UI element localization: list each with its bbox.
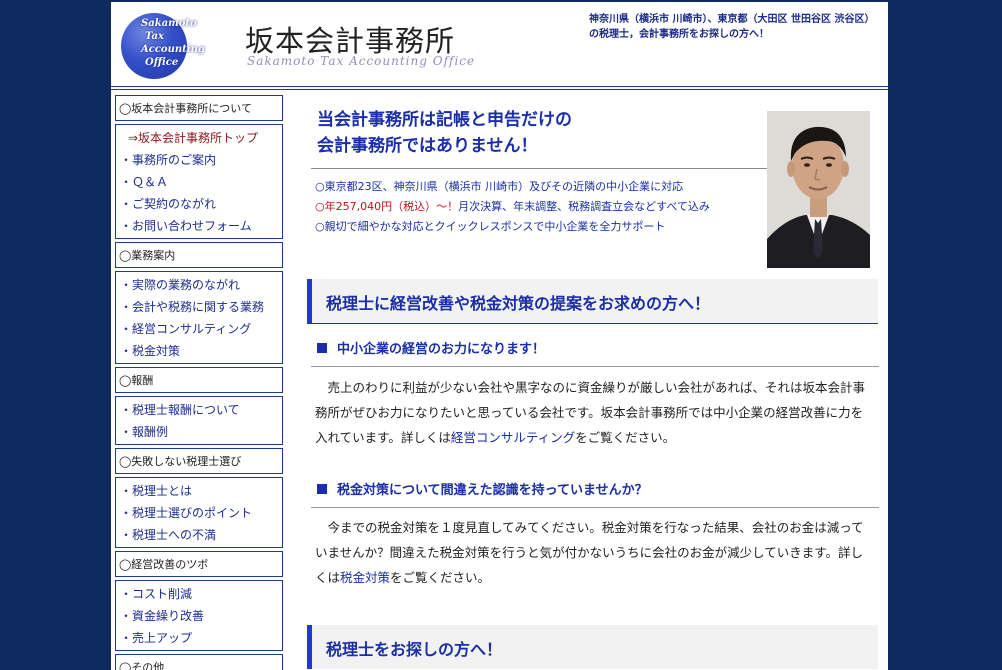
sidebar-item-qa[interactable]: ・Ｑ＆Ａ	[120, 171, 282, 193]
sidebar-item-office-guide[interactable]: ・事務所のご案内	[120, 149, 282, 171]
sidebar-item-workflow[interactable]: ・実際の業務のながれ	[120, 274, 282, 296]
paragraph-tax: 今までの税金対策を１度見直してみてください。税金対策を行なった結果、会社のお金は…	[315, 515, 875, 590]
link-consulting[interactable]: 経営コンサルティング	[451, 430, 575, 445]
sidebar-item-top[interactable]: ⇒坂本会計事務所トップ	[120, 127, 282, 149]
section-heading-text: 税理士に経営改善や税金対策の提案をお求めの方へ！	[326, 294, 711, 313]
sidebar-heading-about: ◯坂本会計事務所について	[115, 95, 283, 121]
header-tagline: 神奈川県（横浜市 川崎市）、東京都（大田区 世田谷区 渋谷区）の税理士，会計事務…	[589, 14, 875, 40]
paragraph-text: をご覧ください。	[575, 430, 676, 445]
subheading-divider	[311, 366, 879, 367]
site-subtitle: Sakamoto Tax Accounting Office	[247, 54, 476, 68]
section-heading-looking: 税理士をお探しの方へ！	[307, 625, 878, 669]
logo-text: Sakamoto Tax Accounting Office	[135, 17, 225, 69]
square-bullet-icon	[317, 484, 327, 494]
page: Sakamoto Tax Accounting Office 坂本会計事務所 S…	[111, 2, 888, 670]
intro-heading-line: 当会計事務所は記帳と申告だけの	[317, 110, 572, 130]
logo-line: Accounting	[141, 44, 205, 55]
intro-bullet: ○東京都23区、神奈川県（横浜市 川崎市）及びその近隣の中小企業に対応	[315, 180, 684, 193]
section-divider	[307, 323, 878, 324]
sidebar-group-improvement: ・コスト削減 ・資金繰り改善 ・売上アップ	[115, 580, 283, 651]
header-divider	[111, 89, 888, 90]
sidebar-group-fees: ・税理士報酬について ・報酬例	[115, 396, 283, 445]
sidebar-item-points[interactable]: ・税理士選びのポイント	[120, 502, 282, 524]
sidebar-item-accounting-tax[interactable]: ・会計や税務に関する業務	[120, 296, 282, 318]
header-divider	[111, 86, 888, 87]
price-highlight: ○年257,040円（税込）～！	[315, 200, 459, 213]
sidebar-item-what-is[interactable]: ・税理士とは	[120, 480, 282, 502]
sidebar-heading-other: ◯その他	[115, 654, 283, 670]
intro-bullet: ○年257,040円（税込）～！月次決算、年末調整、税務調査立会などすべて込み	[315, 197, 775, 217]
sidebar-group-services: ・実際の業務のながれ ・会計や税務に関する業務 ・経営コンサルティング ・税金対…	[115, 271, 283, 364]
subheading-sme-support: 中小企業の経営のお力になります！	[317, 338, 545, 357]
sidebar-item-tax-measures[interactable]: ・税金対策	[120, 340, 282, 362]
link-tax-measures[interactable]: 税金対策	[340, 570, 390, 585]
sidebar-heading-fees: ◯報酬	[115, 367, 283, 393]
intro-bullet-text: 月次決算、年末調整、税務調査立会などすべて込み	[458, 200, 710, 213]
sidebar-heading-services: ◯業務案内	[115, 242, 283, 268]
sidebar-item-sales-up[interactable]: ・売上アップ	[120, 627, 282, 649]
intro-heading: 当会計事務所は記帳と申告だけの 会計事務所ではありません！	[317, 107, 757, 159]
sidebar-item-cashflow[interactable]: ・資金繰り改善	[120, 605, 282, 627]
sidebar-item-contract-flow[interactable]: ・ご契約のながれ	[120, 193, 282, 215]
intro-bullet: ○親切で細やかな対応とクイックレスポンスで中小企業を全力サポート	[315, 220, 666, 233]
portrait-illustration	[767, 111, 870, 268]
sidebar-item-complaints[interactable]: ・税理士への不満	[120, 524, 282, 546]
section-heading-proposals: 税理士に経営改善や税金対策の提案をお求めの方へ！	[307, 279, 878, 323]
sidebar-heading-choosing: ◯失敗しない税理士選び	[115, 448, 283, 474]
sidebar-item-contact-form[interactable]: ・お問い合わせフォーム	[120, 215, 282, 237]
sidebar-item-cost-cut[interactable]: ・コスト削減	[120, 583, 282, 605]
subheading-tax-misconception: 税金対策について間違えた認識を持っていませんか？	[317, 479, 648, 498]
sidebar-group-choosing: ・税理士とは ・税理士選びのポイント ・税理士への不満	[115, 477, 283, 548]
logo-line: Tax	[145, 31, 164, 42]
sidebar-item-fee-examples[interactable]: ・報酬例	[120, 421, 282, 443]
sidebar-heading-improvement: ◯経営改善のツボ	[115, 551, 283, 577]
logo-line: Sakamoto	[141, 18, 197, 29]
paragraph-sme: 売上のわりに利益が少ない会社や黒字なのに資金繰りが厳しい会社があれば、それは坂本…	[315, 375, 875, 450]
subheading-divider	[311, 507, 879, 508]
sidebar-item-consulting[interactable]: ・経営コンサルティング	[120, 318, 282, 340]
section-heading-text: 税理士をお探しの方へ！	[326, 640, 503, 659]
sidebar: ◯坂本会計事務所について ⇒坂本会計事務所トップ ・事務所のご案内 ・Ｑ＆Ａ ・…	[115, 95, 283, 670]
intro-bullets: ○東京都23区、神奈川県（横浜市 川崎市）及びその近隣の中小企業に対応 ○年25…	[315, 177, 775, 237]
header: Sakamoto Tax Accounting Office 坂本会計事務所 S…	[111, 2, 888, 86]
subheading-text: 税金対策について間違えた認識を持っていませんか？	[337, 483, 648, 498]
square-bullet-icon	[317, 343, 327, 353]
subheading-text: 中小企業の経営のお力になります！	[337, 342, 546, 357]
intro-heading-line: 会計事務所ではありません！	[317, 136, 538, 156]
logo-line: Office	[145, 57, 179, 68]
sidebar-item-fee-info[interactable]: ・税理士報酬について	[120, 399, 282, 421]
sidebar-group-about: ⇒坂本会計事務所トップ ・事務所のご案内 ・Ｑ＆Ａ ・ご契約のながれ ・お問い合…	[115, 124, 283, 239]
intro-divider	[311, 168, 767, 169]
paragraph-text: をご覧ください。	[390, 570, 491, 585]
portrait-photo	[767, 111, 870, 268]
